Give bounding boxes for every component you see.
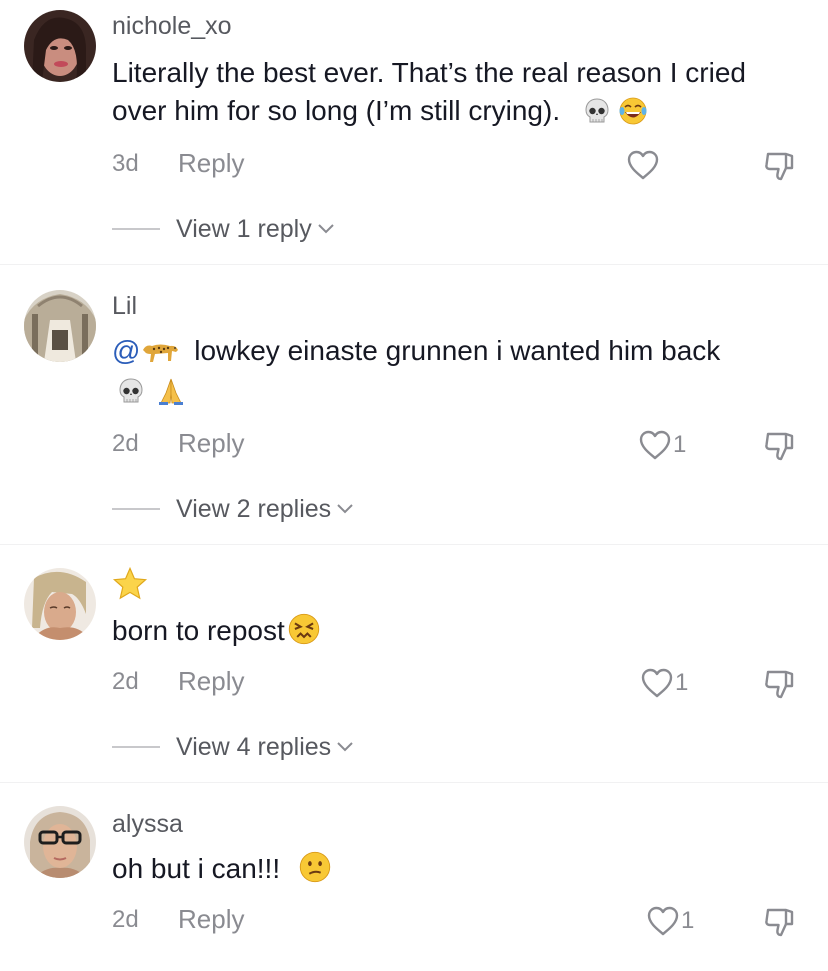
reply-button[interactable]: Reply <box>178 428 244 459</box>
skull-emoji <box>116 376 146 406</box>
comment-text: oh but i can!!! <box>112 850 802 888</box>
reply-button[interactable]: Reply <box>178 904 244 935</box>
comment-text: @ lowkey einaste grunnen i wanted him ba… <box>112 332 802 410</box>
comment-meta: 2d Reply 1 <box>112 904 812 938</box>
comment-time: 2d <box>112 668 139 695</box>
view-replies-button[interactable]: View 1 reply <box>112 214 336 244</box>
divider <box>0 544 828 545</box>
skull-emoji <box>582 96 612 126</box>
confused-face-emoji <box>298 850 332 884</box>
divider-line <box>112 508 160 510</box>
comment-meta: 2d Reply 1 <box>112 666 812 700</box>
divider <box>0 264 828 265</box>
reply-button[interactable]: Reply <box>178 666 244 697</box>
comment-meta: 2d Reply 1 <box>112 428 812 462</box>
heart-icon <box>646 905 680 937</box>
divider <box>0 782 828 783</box>
view-replies-label: View 4 replies <box>176 732 332 761</box>
chevron-down-icon <box>335 740 355 754</box>
mention-link[interactable]: @ <box>112 335 180 366</box>
divider-line <box>112 228 160 230</box>
comment-text: born to repost <box>112 612 802 650</box>
comment-text-content: oh but i can!!! <box>112 853 281 884</box>
like-button[interactable]: 1 <box>640 666 688 700</box>
comment-meta: 3d Reply <box>112 148 812 182</box>
view-replies-label: View 2 replies <box>176 494 332 523</box>
comment-username[interactable]: alyssa <box>112 810 183 839</box>
avatar[interactable] <box>24 806 96 878</box>
view-replies-label: View 1 reply <box>176 214 312 243</box>
thumbs-down-icon <box>762 666 798 702</box>
like-count: 1 <box>673 431 687 458</box>
dislike-button[interactable] <box>762 904 798 940</box>
like-count: 1 <box>681 907 695 934</box>
persevering-face-emoji <box>287 612 321 646</box>
comment-text-content: born to repost <box>112 615 285 646</box>
view-replies-button[interactable]: View 2 replies <box>112 494 355 524</box>
comment-time: 3d <box>112 150 139 177</box>
reply-button[interactable]: Reply <box>178 148 244 179</box>
comment-username[interactable]: Lil <box>112 292 137 321</box>
star-emoji <box>112 566 148 602</box>
comment-text <box>112 566 802 606</box>
heart-icon <box>626 149 660 181</box>
like-button[interactable]: 1 <box>638 428 686 462</box>
comment-time: 2d <box>112 906 139 933</box>
dislike-button[interactable] <box>762 148 798 184</box>
comment-text: Literally the best ever. That’s the real… <box>112 54 802 130</box>
chevron-down-icon <box>335 502 355 516</box>
divider-line <box>112 746 160 748</box>
comment-text-content: lowkey einaste grunnen i wanted him back <box>194 335 721 366</box>
heart-icon <box>640 667 674 699</box>
dislike-button[interactable] <box>762 666 798 702</box>
dislike-button[interactable] <box>762 428 798 464</box>
chevron-down-icon <box>316 222 336 236</box>
comment-text-content: Literally the best ever. That’s the real… <box>112 57 746 126</box>
praying-hands-emoji <box>156 376 186 406</box>
like-button[interactable] <box>626 148 661 182</box>
comment-time: 2d <box>112 430 139 457</box>
comment-username[interactable]: nichole_xo <box>112 12 232 41</box>
like-button[interactable]: 1 <box>646 904 694 938</box>
avatar[interactable] <box>24 290 96 362</box>
leopard-emoji <box>140 336 180 366</box>
laughing-emoji <box>618 96 648 126</box>
thumbs-down-icon <box>762 148 798 184</box>
mention-symbol: @ <box>112 335 141 366</box>
heart-icon <box>638 429 672 461</box>
avatar[interactable] <box>24 568 96 640</box>
like-count: 1 <box>675 669 689 696</box>
thumbs-down-icon <box>762 428 798 464</box>
thumbs-down-icon <box>762 904 798 940</box>
view-replies-button[interactable]: View 4 replies <box>112 732 355 762</box>
avatar[interactable] <box>24 10 96 82</box>
